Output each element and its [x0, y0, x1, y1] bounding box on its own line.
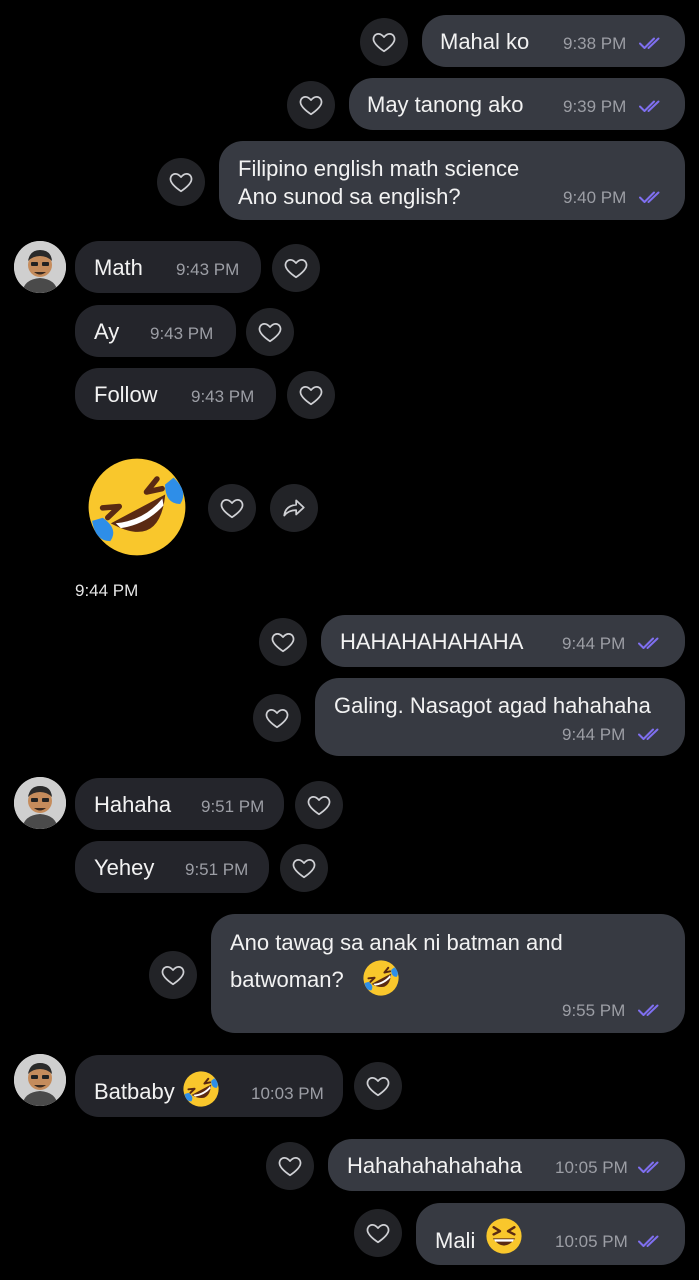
read-ticks-icon	[638, 1234, 666, 1248]
message-time: 9:39 PM	[563, 97, 627, 116]
heart-icon	[371, 29, 397, 55]
profile-photo	[14, 241, 66, 293]
like-button[interactable]	[157, 158, 205, 206]
message-text: Mali	[435, 1228, 476, 1253]
message-time: 9:44 PM	[75, 581, 139, 600]
heart-icon	[257, 319, 283, 345]
read-ticks-icon	[638, 636, 666, 650]
message-time: 9:55 PM	[562, 1001, 626, 1020]
message-text: Hahahahahahaha	[347, 1153, 522, 1178]
like-button[interactable]	[287, 81, 335, 129]
like-button[interactable]	[360, 18, 408, 66]
sent-message-bubble[interactable]: Galing. Nasagot agad hahahaha 9:44 PM	[315, 678, 685, 756]
heart-icon	[365, 1073, 391, 1099]
avatar[interactable]	[14, 1054, 66, 1106]
like-button[interactable]	[287, 371, 335, 419]
like-button[interactable]	[149, 951, 197, 999]
grinning-squinting-emoji-icon	[484, 1216, 524, 1256]
heart-icon	[365, 1220, 391, 1246]
read-ticks-icon	[638, 727, 666, 741]
like-button[interactable]	[253, 694, 301, 742]
message-text: Galing. Nasagot agad hahahaha	[334, 693, 651, 718]
heart-icon	[264, 705, 290, 731]
read-ticks-icon	[639, 99, 667, 113]
heart-icon	[160, 962, 186, 988]
sent-message-bubble[interactable]: May tanong ako 9:39 PM	[349, 78, 685, 130]
message-time: 9:38 PM	[563, 34, 627, 53]
heart-icon	[283, 255, 309, 281]
read-ticks-icon	[639, 36, 667, 50]
like-button[interactable]	[295, 781, 343, 829]
received-message-bubble[interactable]: Follow 9:43 PM	[75, 368, 276, 420]
message-time: 10:05 PM	[555, 1158, 628, 1177]
heart-icon	[298, 382, 324, 408]
laughing-emoji-icon	[82, 452, 192, 562]
heart-icon	[219, 495, 245, 521]
read-ticks-icon	[638, 1003, 666, 1017]
message-text: Mahal ko	[440, 29, 530, 54]
message-text: Yehey	[94, 855, 155, 880]
message-text: May tanong ako	[367, 92, 524, 117]
sent-message-bubble[interactable]: Hahahahahahaha 10:05 PM	[328, 1139, 685, 1191]
avatar[interactable]	[14, 241, 66, 293]
message-time: 10:03 PM	[251, 1084, 324, 1103]
message-time: 9:43 PM	[150, 324, 214, 343]
read-ticks-icon	[638, 1160, 666, 1174]
message-time: 9:51 PM	[201, 797, 265, 816]
like-button[interactable]	[208, 484, 256, 532]
message-text: HAHAHAHAHAHA	[340, 629, 524, 654]
message-time: 9:51 PM	[185, 860, 249, 879]
like-button[interactable]	[259, 618, 307, 666]
heart-icon	[306, 792, 332, 818]
like-button[interactable]	[246, 308, 294, 356]
laughing-emoji-icon	[361, 958, 401, 998]
heart-icon	[298, 92, 324, 118]
avatar[interactable]	[14, 777, 66, 829]
message-text: Batbaby	[94, 1079, 175, 1104]
sent-message-bubble[interactable]: Mali 10:05 PM	[416, 1203, 685, 1265]
message-text: Hahaha	[94, 792, 172, 817]
received-message-bubble[interactable]: Hahaha 9:51 PM	[75, 778, 284, 830]
profile-photo	[14, 777, 66, 829]
share-icon	[281, 495, 307, 521]
message-time: 10:05 PM	[555, 1232, 628, 1251]
like-button[interactable]	[272, 244, 320, 292]
received-message-bubble[interactable]: Yehey 9:51 PM	[75, 841, 269, 893]
message-time: 9:44 PM	[562, 725, 626, 744]
heart-icon	[168, 169, 194, 195]
read-ticks-icon	[639, 190, 667, 204]
laughing-emoji-icon	[181, 1069, 221, 1109]
message-time: 9:40 PM	[563, 188, 627, 207]
message-time: 9:43 PM	[191, 387, 255, 406]
heart-icon	[270, 629, 296, 655]
profile-photo	[14, 1054, 66, 1106]
message-text: Follow	[94, 382, 158, 407]
message-text-line: Ano sunod sa english?	[238, 184, 461, 209]
message-text-line: Ano tawag sa anak ni batman and	[230, 930, 563, 955]
like-button[interactable]	[266, 1142, 314, 1190]
sent-message-bubble[interactable]: Mahal ko 9:38 PM	[422, 15, 685, 67]
message-text-line: Filipino english math science	[238, 156, 520, 181]
received-message-bubble[interactable]: Ay 9:43 PM	[75, 305, 236, 357]
sent-message-bubble[interactable]: Filipino english math science Ano sunod …	[219, 141, 685, 220]
message-text-line: batwoman?	[230, 967, 344, 992]
like-button[interactable]	[354, 1209, 402, 1257]
heart-icon	[291, 855, 317, 881]
like-button[interactable]	[354, 1062, 402, 1110]
sent-message-bubble[interactable]: Ano tawag sa anak ni batman and batwoman…	[211, 914, 685, 1033]
message-time: 9:43 PM	[176, 260, 240, 279]
like-button[interactable]	[280, 844, 328, 892]
sent-message-bubble[interactable]: HAHAHAHAHAHA 9:44 PM	[321, 615, 685, 667]
received-message-bubble[interactable]: Math 9:43 PM	[75, 241, 261, 293]
message-time: 9:44 PM	[562, 634, 626, 653]
heart-icon	[277, 1153, 303, 1179]
received-message-bubble[interactable]: Batbaby 10:03 PM	[75, 1055, 343, 1117]
message-text: Math	[94, 255, 143, 280]
forward-button[interactable]	[270, 484, 318, 532]
message-text: Ay	[94, 319, 120, 344]
